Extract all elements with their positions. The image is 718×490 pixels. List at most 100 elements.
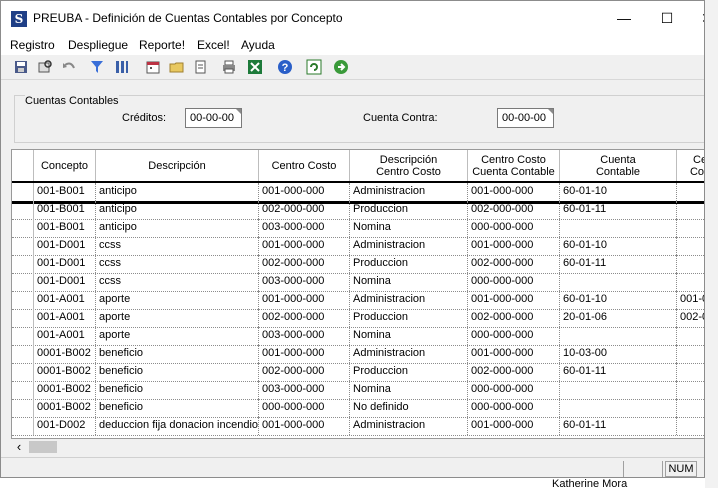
table-cell[interactable]: 002-000-000 [468, 363, 560, 381]
table-cell[interactable]: aporte [96, 327, 259, 345]
table-row[interactable]: 001-B001 anticipo 002-000-000 Produccion 002… [12, 201, 704, 220]
column-header-4[interactable]: Centro Costo Cuenta Contable [468, 150, 560, 181]
row-selector[interactable] [12, 273, 34, 291]
table-cell[interactable]: 001-000-000 [259, 237, 350, 255]
save-icon[interactable] [13, 59, 29, 75]
creditos-field[interactable]: 00-00-00 [185, 108, 242, 128]
table-cell[interactable]: 002-000 [677, 309, 704, 327]
table-cell[interactable]: No definido [350, 399, 468, 417]
table-row[interactable]: 0001-B002 beneficio 003-000-000 Nomina 000-0… [12, 381, 704, 400]
table-cell[interactable] [677, 183, 704, 201]
menu-ayuda[interactable]: Ayuda [241, 38, 275, 52]
table-cell[interactable]: 60-01-11 [560, 255, 677, 273]
table-cell[interactable] [677, 345, 704, 363]
column-header-2[interactable]: Centro Costo [259, 150, 350, 181]
table-cell[interactable]: 60-01-11 [560, 363, 677, 381]
menu-reporte[interactable]: Reporte! [139, 38, 185, 52]
table-cell[interactable] [677, 237, 704, 255]
table-cell[interactable]: ccss [96, 273, 259, 291]
row-selector[interactable] [12, 417, 34, 435]
cuenta-contra-field[interactable]: 00-00-00 [497, 108, 554, 128]
column-header-5[interactable]: Cuenta Contable [560, 150, 677, 181]
table-cell[interactable]: 003-000-000 [259, 219, 350, 237]
calendar-icon[interactable] [145, 59, 161, 75]
table-cell[interactable]: 001-000-000 [259, 291, 350, 309]
table-cell[interactable]: 0001-B002 [34, 363, 96, 381]
table-cell[interactable]: 001-A001 [34, 327, 96, 345]
table-cell[interactable]: 001-B001 [34, 183, 96, 201]
table-row[interactable]: 001-A001 aporte 002-000-000 Produccion 002-0… [12, 309, 704, 328]
table-cell[interactable]: 001-000-000 [468, 237, 560, 255]
table-cell[interactable] [560, 381, 677, 399]
table-cell[interactable]: 001-A001 [34, 309, 96, 327]
minimize-button[interactable]: — [614, 9, 634, 27]
table-cell[interactable]: Nomina [350, 273, 468, 291]
close-button[interactable]: ✕ [697, 9, 704, 27]
row-selector[interactable] [12, 291, 34, 309]
table-cell[interactable]: 000-000-000 [259, 399, 350, 417]
row-selector[interactable] [12, 183, 34, 201]
table-cell[interactable]: 60-01-11 [560, 417, 677, 435]
table-cell[interactable]: Nomina [350, 219, 468, 237]
table-cell[interactable]: ccss [96, 237, 259, 255]
table-row[interactable]: 001-D001 ccss 002-000-000 Produccion 002-000… [12, 255, 704, 274]
table-row[interactable]: 0001-B002 beneficio 000-000-000 No definido… [12, 399, 704, 418]
table-cell[interactable] [560, 219, 677, 237]
table-cell[interactable]: 002-000-000 [468, 309, 560, 327]
table-cell[interactable]: 60-01-10 [560, 237, 677, 255]
table-cell[interactable]: 003-000-000 [259, 381, 350, 399]
table-cell[interactable]: 60-01-10 [560, 291, 677, 309]
table-cell[interactable]: 002-000-000 [259, 201, 350, 219]
table-cell[interactable] [677, 219, 704, 237]
table-cell[interactable]: 002-000-000 [259, 309, 350, 327]
table-cell[interactable]: Administracion [350, 345, 468, 363]
table-cell[interactable]: 000-000-000 [468, 381, 560, 399]
table-cell[interactable]: 001-000-000 [468, 291, 560, 309]
table-cell[interactable]: beneficio [96, 363, 259, 381]
scroll-left-arrow-icon[interactable]: ‹ [13, 439, 25, 455]
table-cell[interactable]: 0001-B002 [34, 399, 96, 417]
row-selector[interactable] [12, 219, 34, 237]
table-cell[interactable]: beneficio [96, 381, 259, 399]
row-selector[interactable] [12, 327, 34, 345]
table-cell[interactable]: Produccion [350, 363, 468, 381]
undo-icon[interactable] [61, 59, 77, 75]
table-cell[interactable] [677, 201, 704, 219]
table-cell[interactable]: 001-B001 [34, 219, 96, 237]
table-cell[interactable]: 000-000-000 [468, 219, 560, 237]
table-cell[interactable]: aporte [96, 291, 259, 309]
table-cell[interactable]: beneficio [96, 399, 259, 417]
table-cell[interactable]: Produccion [350, 309, 468, 327]
table-cell[interactable]: beneficio [96, 345, 259, 363]
folder-icon[interactable] [169, 59, 185, 75]
table-row[interactable]: 001-B001 anticipo 003-000-000 Nomina 000-000… [12, 219, 704, 238]
table-cell[interactable]: 20-01-06 [560, 309, 677, 327]
table-cell[interactable]: Administracion [350, 417, 468, 435]
table-cell[interactable]: deduccion fija donacion incendio [96, 417, 259, 435]
table-cell[interactable]: anticipo [96, 183, 259, 201]
menu-excel[interactable]: Excel! [197, 38, 230, 52]
refresh-icon[interactable] [306, 59, 322, 75]
table-cell[interactable]: 001-D001 [34, 273, 96, 291]
table-cell[interactable]: 001-D001 [34, 255, 96, 273]
menu-despliegue[interactable]: Despliegue [68, 38, 128, 52]
table-cell[interactable]: Produccion [350, 255, 468, 273]
help-icon[interactable]: ? [277, 59, 293, 75]
table-cell[interactable]: 002-000-000 [259, 255, 350, 273]
menu-registro[interactable]: Registro [10, 38, 55, 52]
table-cell[interactable] [677, 327, 704, 345]
print-preview-icon[interactable] [37, 59, 53, 75]
row-selector[interactable] [12, 255, 34, 273]
table-cell[interactable]: 001-D001 [34, 237, 96, 255]
table-cell[interactable]: ccss [96, 255, 259, 273]
column-header-6[interactable]: Centr Contra [677, 150, 704, 181]
table-cell[interactable]: 001-000-000 [259, 345, 350, 363]
filter-icon[interactable] [89, 59, 105, 75]
table-row[interactable]: 001-D001 ccss 003-000-000 Nomina 000-000-000 [12, 273, 704, 292]
row-selector[interactable] [12, 237, 34, 255]
table-cell[interactable]: 002-000-000 [468, 255, 560, 273]
table-cell[interactable] [677, 381, 704, 399]
table-cell[interactable]: 003-000-000 [259, 327, 350, 345]
table-cell[interactable]: Nomina [350, 381, 468, 399]
row-selector[interactable] [12, 363, 34, 381]
